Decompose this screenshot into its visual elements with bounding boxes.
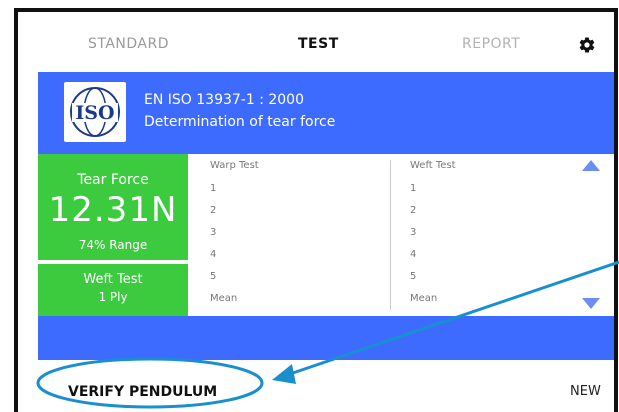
- weft-mean: Mean: [410, 293, 438, 304]
- action-bar[interactable]: [38, 316, 614, 360]
- warp-row-1: 1: [210, 183, 217, 194]
- warp-mean: Mean: [210, 293, 238, 304]
- ply-label: 1 Ply: [98, 290, 128, 304]
- weft-row-3: 3: [410, 227, 417, 238]
- weft-row-5: 5: [410, 271, 417, 282]
- iso-logo-text: ISO: [75, 102, 114, 124]
- weft-test-title: Weft Test: [410, 160, 456, 171]
- test-mode-label: Weft Test: [83, 272, 143, 287]
- warp-row-5: 5: [210, 271, 217, 282]
- iso-logo: ISO: [64, 82, 126, 142]
- weft-test-column: Weft Test 1 2 3 4 5 Mean: [410, 160, 560, 310]
- new-button[interactable]: NEW: [570, 384, 601, 399]
- column-divider: [390, 160, 391, 310]
- test-mode-selector[interactable]: Weft Test 1 Ply: [38, 264, 188, 316]
- gear-icon[interactable]: [578, 36, 596, 54]
- verify-pendulum-button[interactable]: VERIFY PENDULUM: [68, 384, 217, 400]
- app-window: STANDARD TEST REPORT ISO EN ISO 13937-1 …: [14, 8, 618, 412]
- warp-row-4: 4: [210, 249, 217, 260]
- weft-row-4: 4: [410, 249, 417, 260]
- tear-force-label: Tear Force: [77, 172, 149, 188]
- scroll-down-icon[interactable]: [582, 298, 600, 309]
- standard-code: EN ISO 13937-1 : 2000: [144, 92, 304, 108]
- warp-row-2: 2: [210, 205, 217, 216]
- tear-force-result: Tear Force 12.31N 74% Range: [38, 154, 188, 260]
- weft-row-2: 2: [410, 205, 417, 216]
- warp-row-3: 3: [210, 227, 217, 238]
- warp-test-title: Warp Test: [210, 160, 259, 171]
- tear-force-value: 12.31N: [48, 190, 178, 230]
- tab-report[interactable]: REPORT: [462, 36, 520, 52]
- standard-description: Determination of tear force: [144, 114, 336, 130]
- range-value: 74% Range: [78, 238, 148, 252]
- standard-header: ISO EN ISO 13937-1 : 2000 Determination …: [38, 72, 614, 154]
- warp-test-column: Warp Test 1 2 3 4 5 Mean: [210, 160, 360, 310]
- scroll-up-icon[interactable]: [582, 160, 600, 171]
- weft-row-1: 1: [410, 183, 417, 194]
- tab-standard[interactable]: STANDARD: [88, 36, 169, 52]
- tab-bar: STANDARD TEST REPORT: [18, 12, 614, 72]
- tab-test[interactable]: TEST: [298, 36, 339, 52]
